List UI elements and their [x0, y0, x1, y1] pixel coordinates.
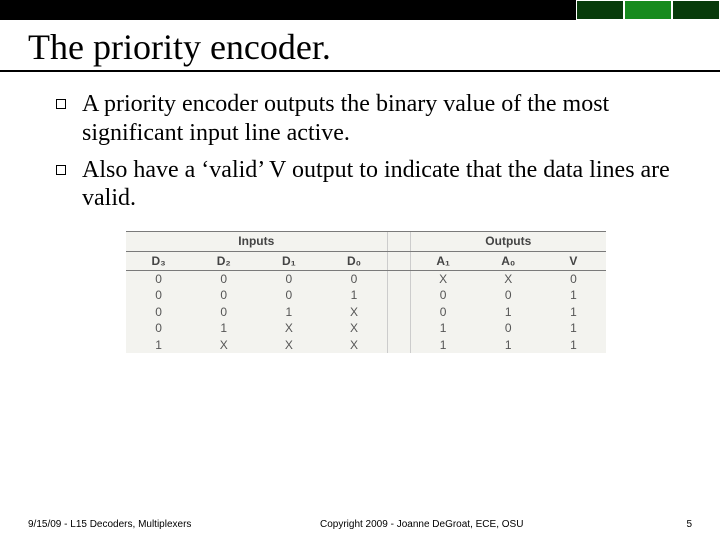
table-cell: 1 — [541, 304, 606, 320]
bullet-text: Also have a ‘valid’ V output to indicate… — [82, 157, 670, 212]
table-cell: 1 — [411, 337, 476, 353]
table-row: 1XXX111 — [126, 337, 606, 353]
col-header: A₀ — [476, 252, 541, 270]
table-cell: 1 — [541, 337, 606, 353]
col-header: V — [541, 252, 606, 270]
table-cell: 0 — [476, 287, 541, 303]
footer-left: 9/15/09 - L15 Decoders, Multiplexers — [28, 519, 191, 531]
slide-body: A priority encoder outputs the binary va… — [0, 72, 720, 353]
table-cell: X — [411, 271, 476, 287]
outputs-group-header: Outputs — [411, 232, 606, 250]
square-bullet-icon — [56, 99, 66, 109]
table-cell: 0 — [126, 320, 191, 336]
table-cell: 0 — [541, 271, 606, 287]
table-row: 0001001 — [126, 287, 606, 303]
list-item: A priority encoder outputs the binary va… — [56, 90, 676, 148]
table-column-headers: D₃ D₂ D₁ D₀ A₁ A₀ V — [126, 252, 606, 271]
table-cell: 1 — [321, 287, 386, 303]
table-cell: 0 — [191, 304, 256, 320]
inputs-group-header: Inputs — [126, 232, 387, 250]
table-cell: 1 — [541, 287, 606, 303]
table-cell: X — [256, 337, 321, 353]
table-cell: X — [476, 271, 541, 287]
table-row: 01XX101 — [126, 320, 606, 336]
table-cell: 0 — [126, 287, 191, 303]
table-cell: 1 — [256, 304, 321, 320]
slide-footer: 9/15/09 - L15 Decoders, Multiplexers Cop… — [0, 519, 720, 531]
table-divider — [387, 271, 411, 287]
footer-page-number: 5 — [652, 519, 692, 530]
col-header: D₁ — [256, 252, 321, 270]
table-cell: 0 — [256, 287, 321, 303]
table-cell: 0 — [321, 271, 386, 287]
table-divider — [387, 287, 411, 303]
slide-title: The priority encoder. — [28, 26, 692, 68]
table-cell: X — [191, 337, 256, 353]
table-divider — [387, 320, 411, 336]
title-wrap: The priority encoder. — [0, 20, 720, 72]
decor-cell — [672, 0, 720, 20]
table-cell: 0 — [191, 287, 256, 303]
list-item: Also have a ‘valid’ V output to indicate… — [56, 156, 676, 214]
table-cell: 0 — [476, 320, 541, 336]
col-header: D₂ — [191, 252, 256, 270]
table-divider — [387, 252, 411, 270]
table-divider — [387, 304, 411, 320]
truth-table: Inputs Outputs D₃ D₂ D₁ D₀ A₁ A₀ V 0000X… — [126, 231, 606, 353]
table-cell: 0 — [191, 271, 256, 287]
table-row: 001X011 — [126, 304, 606, 320]
table-cell: 0 — [256, 271, 321, 287]
decor-cell — [576, 0, 624, 20]
table-cell: 0 — [411, 287, 476, 303]
col-header: D₃ — [126, 252, 191, 270]
table-cell: 1 — [476, 304, 541, 320]
table-divider — [387, 232, 411, 250]
table-cell: 0 — [126, 271, 191, 287]
table-cell: X — [321, 304, 386, 320]
bullet-list: A priority encoder outputs the binary va… — [56, 90, 676, 213]
table-rows: 0000XX00001001001X01101XX1011XXX111 — [126, 271, 606, 353]
table-cell: X — [321, 337, 386, 353]
table-cell: 1 — [126, 337, 191, 353]
table-divider — [387, 337, 411, 353]
col-header: D₀ — [321, 252, 386, 270]
square-bullet-icon — [56, 165, 66, 175]
decor-cell — [624, 0, 672, 20]
table-cell: X — [321, 320, 386, 336]
table-cell: X — [256, 320, 321, 336]
table-group-headers: Inputs Outputs — [126, 232, 606, 251]
bullet-text: A priority encoder outputs the binary va… — [82, 91, 609, 146]
col-header: A₁ — [411, 252, 476, 270]
table-cell: 1 — [541, 320, 606, 336]
top-decoration-bar — [0, 0, 720, 20]
slide: The priority encoder. A priority encoder… — [0, 0, 720, 540]
table-cell: 0 — [411, 304, 476, 320]
table-cell: 1 — [411, 320, 476, 336]
table-cell: 0 — [126, 304, 191, 320]
table-cell: 1 — [191, 320, 256, 336]
table-row: 0000XX0 — [126, 271, 606, 287]
footer-center: Copyright 2009 - Joanne DeGroat, ECE, OS… — [191, 519, 652, 530]
table-cell: 1 — [476, 337, 541, 353]
